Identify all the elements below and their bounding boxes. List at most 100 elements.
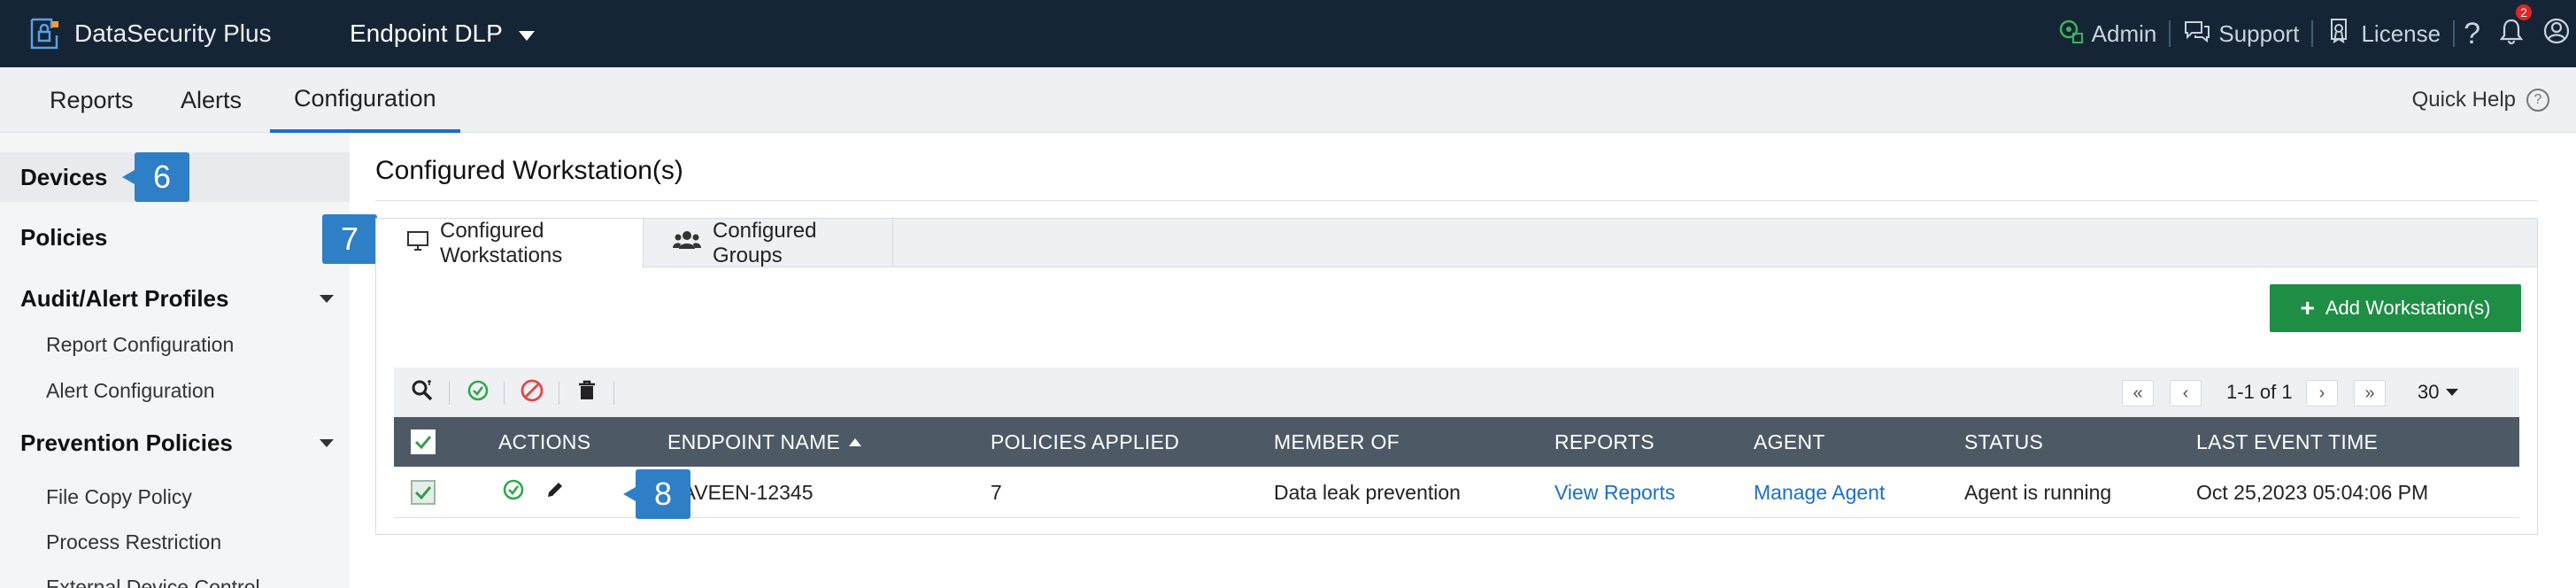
cell-policies-applied: 7 — [991, 480, 1002, 504]
license-label: License — [2361, 19, 2441, 47]
search-icon — [411, 379, 434, 406]
divider — [613, 382, 614, 405]
brand[interactable]: DataSecurity Plus — [27, 0, 272, 67]
row-enable-button[interactable] — [502, 467, 525, 518]
check-circle-icon — [467, 379, 490, 406]
top-right-links: Admin Support License ? 2 — [2044, 0, 2576, 67]
group-icon — [672, 229, 702, 257]
bell-icon — [2498, 17, 2525, 51]
chevron-down-icon — [320, 294, 334, 303]
chevron-left-icon: ‹ — [2182, 383, 2189, 403]
column-header-status[interactable]: STATUS — [1964, 417, 2043, 467]
double-chevron-left-icon: « — [2133, 383, 2143, 403]
sidebar-item-external-device-control[interactable]: External Device Control — [46, 576, 260, 588]
datasecurity-logo-icon — [27, 16, 62, 51]
sort-ascending-icon — [849, 437, 862, 446]
sidebar-item-process-restriction[interactable]: Process Restriction — [46, 530, 221, 554]
column-header-agent: AGENT — [1754, 429, 1825, 453]
table-row: NAVEEN-12345 7 Data leak prevention View… — [394, 467, 2519, 518]
row-checkbox[interactable] — [411, 467, 436, 518]
support-label: Support — [2218, 19, 2300, 47]
callout-marker: 7 — [322, 214, 389, 264]
search-filter-button[interactable] — [405, 368, 440, 417]
plus-icon: + — [2300, 294, 2315, 321]
tab-reports[interactable]: Reports — [50, 67, 134, 133]
check-circle-icon — [502, 478, 525, 507]
admin-link[interactable]: Admin — [2044, 17, 2170, 51]
help-circle-icon: ? — [2526, 89, 2549, 112]
cell-last-event-time: Oct 25,2023 05:04:06 PM — [2196, 480, 2429, 504]
user-menu[interactable] — [2534, 17, 2576, 51]
help-button[interactable]: ? — [2455, 17, 2489, 51]
add-workstation-button[interactable]: + Add Workstation(s) — [2270, 284, 2521, 332]
column-header-actions: ACTIONS — [498, 429, 591, 453]
chevron-down-icon — [320, 438, 334, 447]
row-edit-button[interactable] — [544, 467, 566, 518]
page-size-select[interactable]: 30 — [2418, 368, 2459, 417]
divider — [449, 382, 450, 405]
sidebar-item-policies[interactable]: Policies — [0, 213, 350, 262]
sidebar-item-prevention-policies[interactable]: Prevention Policies — [0, 418, 350, 468]
tab-configured-groups[interactable]: Configured Groups — [644, 219, 893, 267]
chevron-down-icon — [2446, 389, 2459, 396]
page-size-value: 30 — [2418, 381, 2440, 403]
tab-alerts[interactable]: Alerts — [181, 67, 242, 133]
previous-page-button[interactable]: ‹ — [2170, 380, 2202, 406]
sidebar-item-file-copy-policy[interactable]: File Copy Policy — [46, 485, 192, 509]
cell-member-of: Data leak prevention — [1274, 480, 1461, 504]
column-header-policies-applied[interactable]: POLICIES APPLIED — [991, 417, 1179, 467]
tab-configuration[interactable]: Configuration — [270, 67, 460, 133]
tab-label: Configured Groups — [713, 218, 817, 267]
column-header-label: ENDPOINT NAME — [667, 429, 841, 453]
cell-status: Agent is running — [1964, 480, 2112, 504]
tab-label: Configured Workstations — [440, 219, 563, 267]
sidebar-item-alert-configuration[interactable]: Alert Configuration — [46, 379, 215, 403]
callout-marker: 8 — [623, 469, 690, 519]
sidebar-item-label: Policies — [20, 223, 108, 251]
column-header-member-of[interactable]: MEMBER OF — [1274, 417, 1400, 467]
double-chevron-right-icon: » — [2364, 383, 2375, 403]
product-switcher[interactable]: Endpoint DLP — [350, 0, 535, 67]
disable-icon — [520, 378, 544, 407]
user-avatar-icon — [2542, 17, 2571, 51]
divider — [504, 382, 505, 405]
license-icon — [2325, 17, 2354, 51]
delete-button[interactable] — [569, 368, 605, 417]
view-reports-link[interactable]: View Reports — [1554, 467, 1675, 518]
admin-icon — [2056, 17, 2085, 51]
tab-configured-workstations[interactable]: Configured Workstations — [376, 219, 644, 268]
column-header-last-event-time[interactable]: LAST EVENT TIME — [2196, 417, 2378, 467]
sidebar-item-label: Audit/Alert Profiles — [20, 284, 229, 312]
enable-button[interactable] — [460, 368, 496, 417]
notification-badge: 2 — [2516, 4, 2532, 20]
last-page-button[interactable]: » — [2354, 380, 2386, 406]
quick-help-link[interactable]: Quick Help ? — [2412, 67, 2549, 133]
chevron-down-icon — [518, 30, 535, 41]
table-toolbar: « ‹ 1-1 of 1 › » 30 — [394, 368, 2519, 417]
page-title: Configured Workstation(s) — [375, 156, 683, 185]
sidebar-item-label: Prevention Policies — [20, 429, 233, 456]
quick-help-label: Quick Help — [2411, 88, 2516, 112]
sidebar-item-report-configuration[interactable]: Report Configuration — [46, 333, 234, 357]
column-header-endpoint-name[interactable]: ENDPOINT NAME — [667, 417, 862, 467]
top-bar: DataSecurity Plus Endpoint DLP Admin Sup… — [0, 0, 2576, 67]
notifications-button[interactable]: 2 — [2489, 4, 2534, 51]
add-workstation-label: Add Workstation(s) — [2325, 297, 2491, 319]
workstations-panel: Configured Workstations Configured Group… — [375, 218, 2538, 535]
manage-agent-link[interactable]: Manage Agent — [1754, 467, 1885, 518]
pencil-icon — [544, 479, 566, 506]
sidebar-item-audit-alert-profiles[interactable]: Audit/Alert Profiles — [0, 274, 350, 323]
page-range: 1-1 of 1 — [2226, 381, 2293, 403]
support-link[interactable]: Support — [2171, 17, 2311, 51]
sidebar-item-label: Devices — [20, 163, 108, 190]
question-mark-icon: ? — [2464, 16, 2480, 50]
first-page-button[interactable]: « — [2122, 380, 2154, 406]
table-header: ACTIONS ENDPOINT NAME POLICIES APPLIED M… — [394, 417, 2519, 467]
select-all-checkbox[interactable] — [411, 417, 436, 467]
callout-marker: 6 — [122, 152, 189, 202]
license-link[interactable]: License — [2313, 17, 2453, 51]
panel-tabs: Configured Workstations Configured Group… — [376, 219, 2537, 268]
admin-label: Admin — [2091, 19, 2157, 47]
disable-button[interactable] — [514, 368, 550, 417]
next-page-button[interactable]: › — [2306, 380, 2338, 406]
